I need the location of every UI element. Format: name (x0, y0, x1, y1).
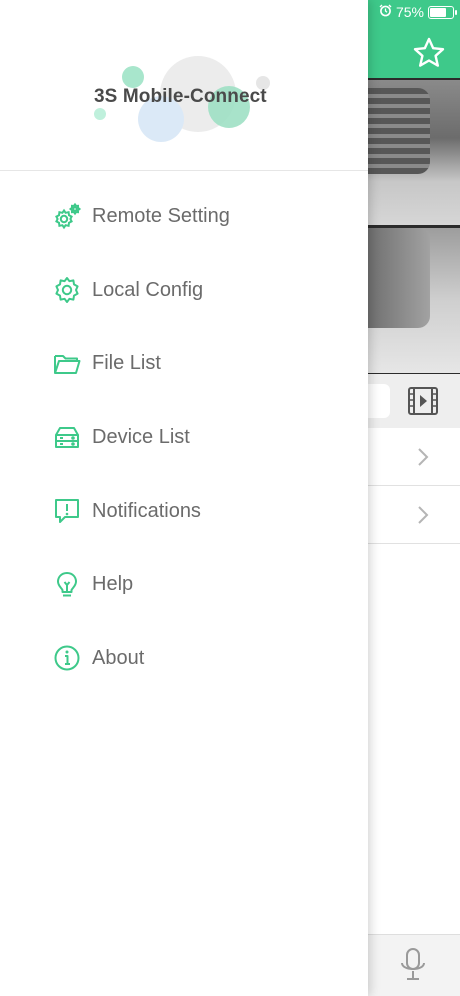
menu-item-label: Help (92, 573, 134, 596)
battery-level (430, 7, 446, 17)
menu-item-label: Remote Setting (92, 205, 230, 228)
menu-item-remote-setting[interactable]: Remote Setting (0, 180, 368, 254)
logo-text: 3S Mobile-Connect (94, 86, 267, 107)
gear-icon (52, 275, 82, 305)
list-item[interactable] (368, 486, 460, 544)
alert-message-icon (52, 496, 82, 526)
chevron-right-icon (416, 447, 430, 467)
menu-item-label: Local Config (92, 278, 204, 301)
menu-item-local-config[interactable]: Local Config (0, 254, 368, 328)
menu-item-label: Notifications (92, 499, 201, 522)
menu-item-label: About (92, 646, 145, 669)
battery-icon (428, 5, 457, 19)
camera-view[interactable] (368, 228, 460, 373)
list-item[interactable] (368, 428, 460, 486)
gears-icon (52, 202, 82, 232)
menu-item-file-list[interactable]: File List (0, 327, 368, 401)
menu-item-about[interactable]: About (0, 622, 368, 696)
info-icon (52, 643, 82, 673)
film-play-icon[interactable] (406, 384, 440, 418)
video-grid (368, 78, 460, 374)
menu-item-notifications[interactable]: Notifications (0, 474, 368, 548)
menu-item-help[interactable]: Help (0, 548, 368, 622)
star-icon[interactable] (412, 36, 446, 70)
bottom-bar (368, 934, 460, 996)
camera-view[interactable] (368, 80, 460, 225)
chevron-right-icon (416, 505, 430, 525)
microphone-icon[interactable] (398, 947, 428, 983)
drawer-header: 3S Mobile-Connect (0, 0, 368, 171)
control-field[interactable] (368, 384, 390, 418)
menu-item-label: File List (92, 352, 161, 375)
navigation-drawer: 3S Mobile-Connect Remote Setting Local C… (0, 0, 368, 996)
top-bar (368, 28, 460, 78)
menu-item-label: Device List (92, 426, 190, 449)
control-row (368, 374, 460, 428)
server-icon (52, 423, 82, 453)
status-bar: 75% (379, 4, 457, 20)
drawer-menu: Remote Setting Local Config File List De… (0, 180, 368, 695)
lightbulb-icon (52, 570, 82, 600)
battery-percentage: 75% (395, 4, 424, 20)
alarm-clock-icon (379, 4, 392, 20)
menu-item-device-list[interactable]: Device List (0, 401, 368, 475)
folder-icon (52, 349, 82, 379)
status-bar-area: 75% (368, 0, 460, 28)
